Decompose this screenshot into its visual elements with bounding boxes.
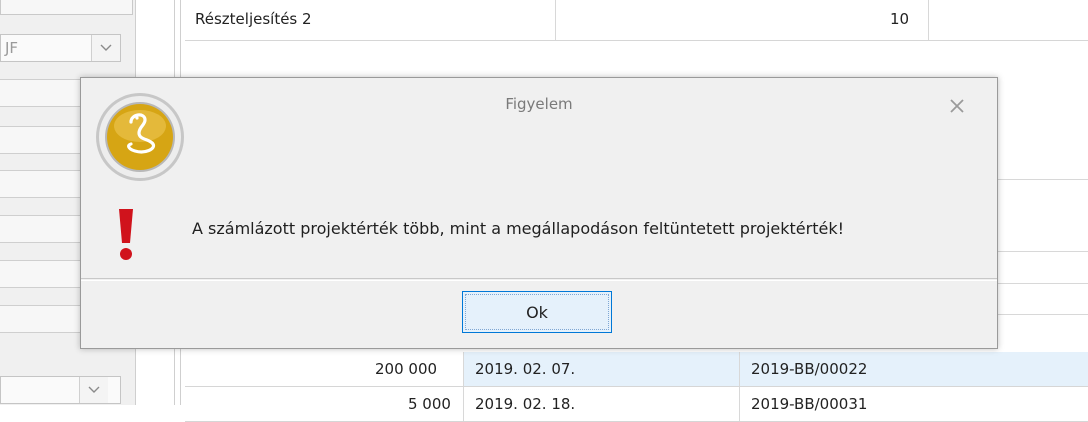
- table-row[interactable]: 200 000 2019. 02. 07. 2019-BB/00022: [185, 352, 1088, 387]
- ok-button[interactable]: Ok: [462, 291, 612, 333]
- column-divider: [463, 387, 464, 421]
- dialog-header: Figyelem: [81, 78, 997, 138]
- dialog-divider: [81, 278, 997, 279]
- chevron-down-icon[interactable]: [79, 377, 108, 403]
- table-row[interactable]: Részteljesítés 2 10: [185, 0, 1088, 41]
- column-divider: [739, 387, 740, 421]
- cell-amount: 5 000: [408, 395, 451, 413]
- warning-dialog: Figyelem A számlázott projektérték több,…: [80, 77, 998, 349]
- filter-combo[interactable]: JF: [0, 34, 121, 62]
- cell-date: 2019. 02. 18.: [475, 395, 576, 413]
- ok-button-label: Ok: [526, 302, 548, 322]
- cobra-logo-icon: [93, 90, 187, 184]
- cell-code: 2019-BB/00022: [751, 360, 868, 378]
- cell-date: 2019. 02. 07.: [475, 360, 576, 378]
- message-row: A számlázott projektérték több, mint a m…: [81, 203, 997, 260]
- dialog-message: A számlázott projektérték több, mint a m…: [192, 219, 844, 238]
- column-divider: [928, 0, 929, 40]
- column-divider: [463, 352, 464, 386]
- column-divider: [555, 0, 556, 40]
- cell-amount: 200 000: [375, 360, 438, 378]
- left-top-field[interactable]: [0, 0, 133, 15]
- chevron-down-icon[interactable]: [91, 35, 120, 61]
- filter-combo-value: JF: [5, 39, 19, 57]
- dialog-divider: [81, 280, 997, 281]
- bottom-combo[interactable]: [0, 376, 121, 404]
- column-divider: [739, 352, 740, 386]
- cell-value: 10: [890, 10, 910, 28]
- dialog-title: Figyelem: [505, 95, 573, 113]
- cell-name: Részteljesítés 2: [195, 10, 312, 28]
- close-icon[interactable]: [947, 96, 967, 116]
- cell-code: 2019-BB/00031: [751, 395, 868, 413]
- exclamation-icon: [115, 207, 137, 263]
